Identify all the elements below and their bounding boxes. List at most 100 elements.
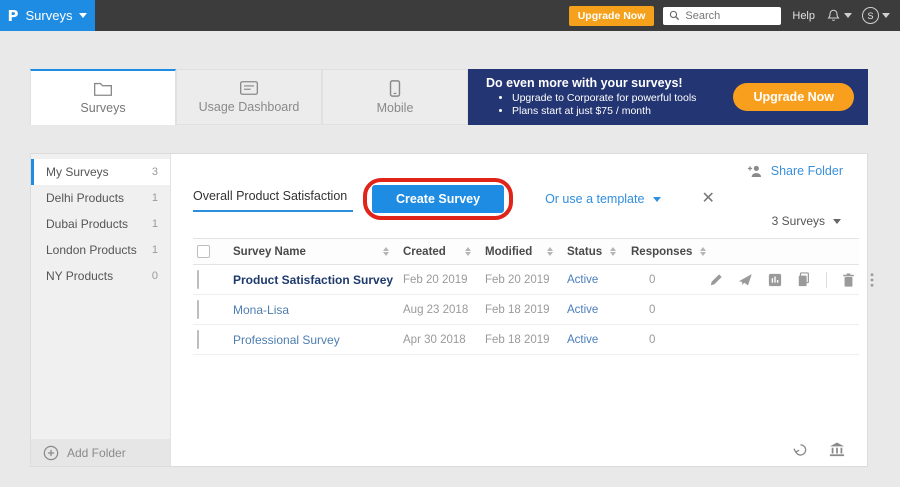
survey-name-input[interactable] [193,189,353,203]
archive-bank-icon[interactable] [829,442,845,457]
reports-icon[interactable] [768,273,782,287]
brand-logo-icon: P [8,7,19,25]
send-icon[interactable] [738,273,753,287]
chevron-down-icon [844,13,852,18]
created-date: Aug 23 2018 [403,304,485,316]
folder-count: 3 [152,166,158,178]
column-header-survey-name[interactable]: Survey Name [233,246,403,258]
tab-label: Usage Dashboard [199,100,300,114]
more-options-icon[interactable] [870,273,874,287]
delete-icon[interactable] [842,273,855,287]
chevron-down-icon [653,197,661,202]
folders-sidebar: My Surveys 3 Delhi Products 1 Dubai Prod… [31,154,171,466]
table-row-professional-survey: Professional Survey Apr 30 2018 Feb 18 2… [193,325,859,355]
column-header-status[interactable]: Status [567,246,631,258]
section-tabs: Surveys Usage Dashboard Mobile [30,69,468,125]
sidebar-item-delhi-products[interactable]: Delhi Products 1 [31,185,170,211]
select-all-checkbox[interactable] [197,245,210,258]
global-search[interactable] [663,7,781,25]
banner-bullet: Plans start at just $75 / month [512,105,733,118]
add-folder-button[interactable]: Add Folder [31,439,170,466]
edit-icon[interactable] [709,273,723,287]
add-folder-label: Add Folder [67,446,126,460]
upgrade-now-button[interactable]: Upgrade Now [569,6,655,26]
survey-name-link[interactable]: Product Satisfaction Survey [233,273,403,287]
avatar: S [862,7,879,24]
tab-usage-dashboard[interactable]: Usage Dashboard [176,69,322,125]
created-date: Feb 20 2019 [403,274,485,286]
sidebar-item-ny-products[interactable]: NY Products 0 [31,263,170,289]
account-menu[interactable]: S [862,7,890,24]
sort-icon[interactable] [700,247,706,256]
column-header-created[interactable]: Created [403,246,485,258]
folder-name: My Surveys [46,165,109,179]
search-icon [669,10,680,21]
chevron-down-icon [79,13,87,18]
status-badge[interactable]: Active [567,334,631,346]
tab-surveys[interactable]: Surveys [30,69,176,125]
row-checkbox[interactable] [197,330,199,349]
column-header-responses[interactable]: Responses [631,246,709,258]
row-actions [709,272,880,288]
sidebar-item-my-surveys[interactable]: My Surveys 3 [31,159,170,185]
sidebar-item-london-products[interactable]: London Products 1 [31,237,170,263]
modified-date: Feb 18 2019 [485,334,567,346]
sort-icon[interactable] [547,247,553,256]
upgrade-banner: Do even more with your surveys! Upgrade … [468,69,868,125]
create-survey-button[interactable]: Create Survey [372,185,504,213]
add-user-icon [747,164,764,178]
folder-name: NY Products [46,269,113,283]
surveys-panel: My Surveys 3 Delhi Products 1 Dubai Prod… [30,153,868,467]
banner-bullet: Upgrade to Corporate for powerful tools [512,92,733,105]
folder-count: 1 [152,244,158,256]
folder-count: 0 [152,270,158,282]
copy-icon[interactable] [797,272,811,287]
responses-count: 0 [631,274,709,286]
notifications-menu[interactable] [826,8,852,23]
use-template-link[interactable]: Or use a template [545,192,661,206]
survey-name-link[interactable]: Mona-Lisa [233,303,403,317]
banner-title: Do even more with your surveys! [486,76,733,90]
use-template-label: Or use a template [545,192,644,206]
create-survey-row: Create Survey Or use a template ✕ [193,178,715,220]
mobile-icon [389,80,401,97]
help-link[interactable]: Help [792,10,815,22]
footer-actions [792,442,845,457]
table-header-row: Survey Name Created Modified Status [193,238,859,265]
search-input[interactable] [685,10,775,22]
survey-name-link[interactable]: Professional Survey [233,333,403,347]
chevron-down-icon [833,219,841,224]
folder-name: London Products [46,243,137,257]
row-checkbox[interactable] [197,270,199,289]
survey-name-field-wrap [193,187,353,212]
table-row-mona-lisa: Mona-Lisa Aug 23 2018 Feb 18 2019 Active… [193,295,859,325]
product-switcher[interactable]: P Surveys [0,0,95,31]
sort-icon[interactable] [383,247,389,256]
surveys-app-page: P Surveys Upgrade Now Help S [0,0,900,487]
column-header-modified[interactable]: Modified [485,246,567,258]
surveys-count-label: 3 Surveys [772,214,825,228]
banner-text: Do even more with your surveys! Upgrade … [486,76,733,118]
tab-label: Mobile [377,101,414,115]
survey-list-area: Share Folder Create Survey Or use a temp… [171,154,867,466]
sidebar-item-dubai-products[interactable]: Dubai Products 1 [31,211,170,237]
share-folder-button[interactable]: Share Folder [747,164,843,178]
sort-icon[interactable] [465,247,471,256]
restore-icon[interactable] [792,443,809,456]
status-badge[interactable]: Active [567,274,631,286]
folder-name: Dubai Products [46,217,128,231]
bell-icon [826,8,841,23]
row-checkbox[interactable] [197,300,199,319]
responses-count: 0 [631,304,709,316]
sort-icon[interactable] [610,247,616,256]
modified-date: Feb 20 2019 [485,274,567,286]
surveys-count-dropdown[interactable]: 3 Surveys [772,214,841,228]
tab-label: Surveys [80,101,125,115]
banner-upgrade-button[interactable]: Upgrade Now [733,83,854,111]
status-badge[interactable]: Active [567,304,631,316]
folder-name: Delhi Products [46,191,124,205]
close-icon[interactable]: ✕ [701,191,714,207]
surveys-table: Survey Name Created Modified Status [193,238,859,355]
tab-mobile[interactable]: Mobile [322,69,468,125]
share-folder-label: Share Folder [771,164,843,178]
